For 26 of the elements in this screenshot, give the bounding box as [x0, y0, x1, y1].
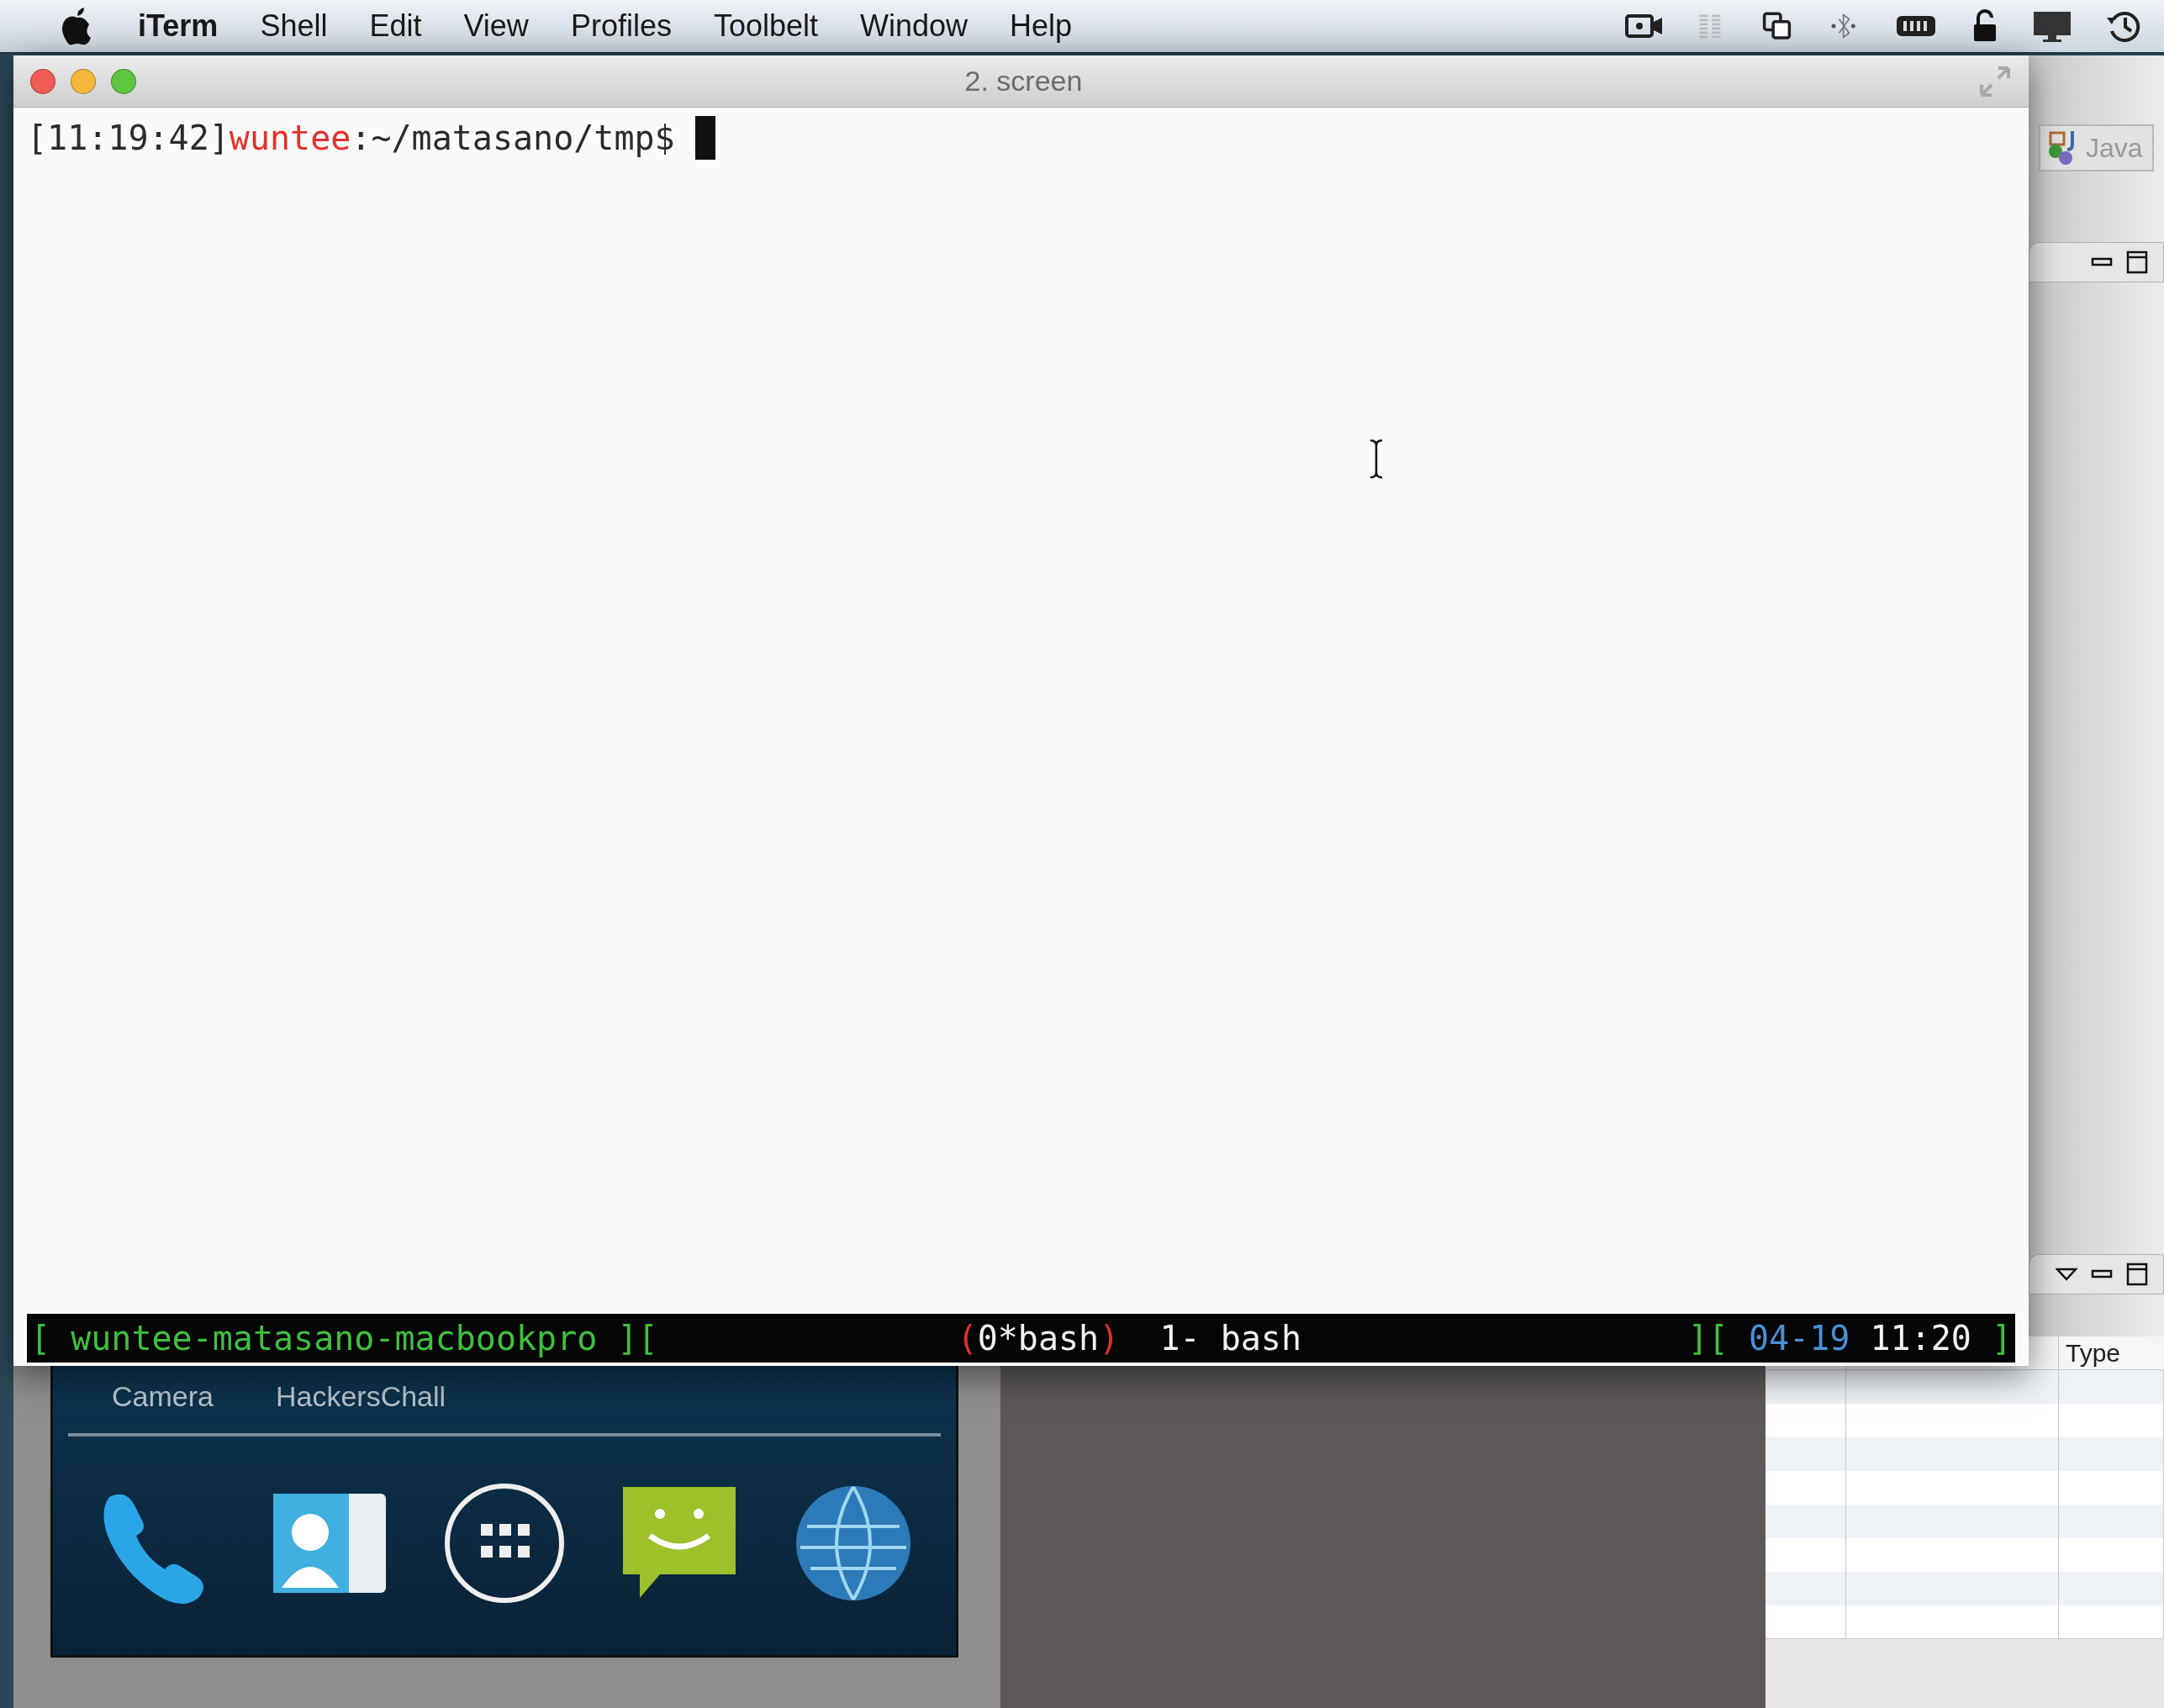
block-cursor: [694, 116, 715, 160]
close-button[interactable]: [30, 68, 55, 94]
maximize-icon[interactable]: [2126, 250, 2148, 274]
menu-item[interactable]: Help: [1010, 8, 1073, 44]
app-menu[interactable]: iTerm: [138, 8, 219, 44]
hostname-label: [ wuntee-matasano-macbookpro ][: [30, 1319, 658, 1357]
menu-item[interactable]: View: [463, 8, 529, 44]
app-label[interactable]: Camera: [112, 1380, 214, 1413]
text-cursor-icon: [1368, 439, 1385, 479]
window-list: (0*bash) 1- bash: [957, 1319, 1301, 1357]
zoom-button[interactable]: [111, 68, 136, 94]
window-title: 2. screen: [963, 65, 1084, 98]
menu-item[interactable]: Toolbelt: [713, 8, 818, 44]
menu-item[interactable]: Edit: [369, 8, 422, 44]
display-icon[interactable]: [2031, 9, 2073, 43]
view-menu-icon[interactable]: [2056, 1266, 2077, 1283]
shell-prompt: [11:19:42]wuntee:~/matasano/tmp$: [27, 119, 675, 157]
date-time-label: ][ 04-19 11:20 ]: [1687, 1319, 2012, 1357]
menu-item[interactable]: Window: [860, 8, 969, 44]
column-header[interactable]: Type: [2059, 1336, 2164, 1370]
minimize-button[interactable]: [71, 68, 96, 94]
app-label[interactable]: HackersChall: [275, 1380, 446, 1413]
menu-item[interactable]: Profiles: [570, 8, 672, 44]
menu-item[interactable]: Shell: [260, 8, 328, 44]
maximize-icon[interactable]: [2126, 1263, 2148, 1286]
clock-icon[interactable]: [2105, 9, 2142, 43]
